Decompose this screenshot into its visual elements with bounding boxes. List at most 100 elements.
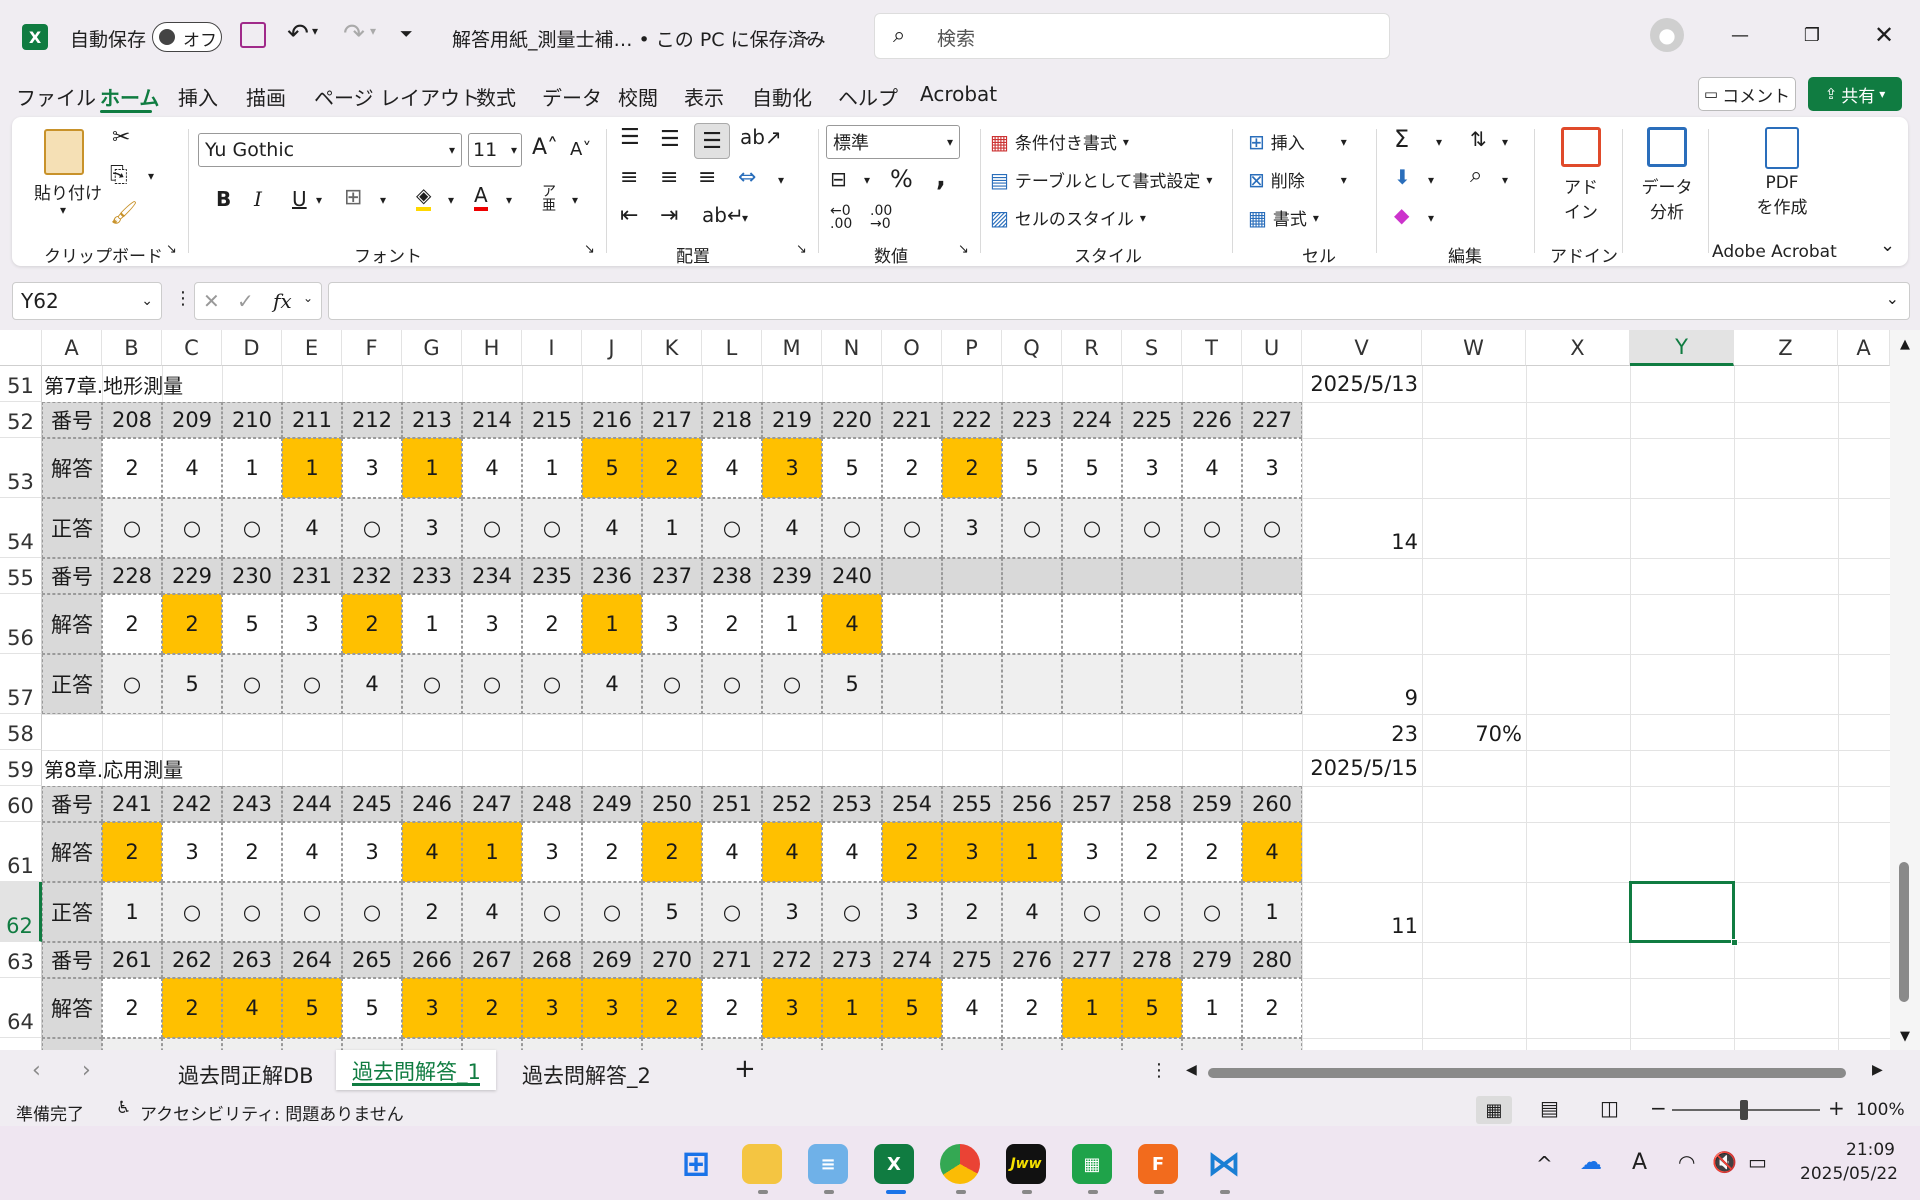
table-cell[interactable]: 1 — [1062, 978, 1122, 1038]
table-cell[interactable]: 273 — [822, 942, 882, 978]
table-cell[interactable]: 4 — [1242, 822, 1302, 882]
vscroll-up-icon[interactable]: ▲ — [1890, 334, 1920, 354]
table-cell[interactable]: 5 — [282, 978, 342, 1038]
table-cell[interactable]: 225 — [1122, 402, 1182, 438]
table-cell[interactable]: 正答 — [42, 498, 102, 558]
table-cell[interactable]: 211 — [282, 402, 342, 438]
hscroll-right-icon[interactable]: ▶ — [1872, 1062, 1883, 1078]
phonetic-dropdown-icon[interactable]: ▾ — [572, 193, 578, 207]
close-icon[interactable]: ✕ — [1864, 18, 1904, 52]
score-count[interactable]: 9 — [1302, 654, 1418, 714]
table-cell[interactable]: 226 — [1182, 402, 1242, 438]
table-cell[interactable]: 262 — [162, 942, 222, 978]
table-cell[interactable] — [1182, 594, 1242, 654]
fill-color-dropdown-icon[interactable]: ▾ — [448, 193, 454, 207]
table-cell[interactable]: 249 — [582, 786, 642, 822]
addins-button[interactable]: アド イン — [1546, 127, 1616, 237]
clear-dropdown-icon[interactable]: ▾ — [1428, 211, 1434, 225]
table-cell[interactable] — [582, 1038, 642, 1050]
increase-font-icon[interactable]: A˄ — [532, 135, 558, 160]
table-cell[interactable]: 220 — [822, 402, 882, 438]
table-cell[interactable]: 208 — [102, 402, 162, 438]
table-cell[interactable]: 250 — [642, 786, 702, 822]
table-cell[interactable]: 5 — [882, 978, 942, 1038]
redo-icon[interactable]: ↷ — [336, 16, 372, 52]
cell-styles-button[interactable]: ▨ セルのスタイル ▾ — [990, 205, 1146, 231]
taskbar-time[interactable]: 21:09 — [1846, 1140, 1895, 1160]
percent-icon[interactable]: % — [890, 165, 913, 193]
create-pdf-button[interactable]: PDF を作成 — [1732, 127, 1832, 237]
borders-icon[interactable]: ⊞ — [344, 185, 362, 210]
table-cell[interactable] — [882, 1038, 942, 1050]
minimize-icon[interactable]: — — [1720, 20, 1760, 50]
table-cell[interactable]: 4 — [762, 498, 822, 558]
table-cell[interactable]: 5 — [822, 654, 882, 714]
cut-icon[interactable]: ✂ — [112, 125, 130, 150]
table-cell[interactable]: 3 — [882, 882, 942, 942]
taskbar-date[interactable]: 2025/05/22 — [1800, 1164, 1898, 1184]
autosave-toggle[interactable]: オフ — [152, 22, 222, 52]
table-cell[interactable]: 264 — [282, 942, 342, 978]
column-header[interactable]: E — [282, 330, 342, 366]
table-cell[interactable]: 番号 — [42, 786, 102, 822]
align-top-icon[interactable]: ☰ — [620, 125, 640, 150]
undo-icon[interactable]: ↶ — [280, 16, 316, 52]
table-cell[interactable]: 267 — [462, 942, 522, 978]
table-cell[interactable]: 251 — [702, 786, 762, 822]
wifi-icon[interactable]: ◠ — [1678, 1150, 1695, 1174]
table-cell[interactable]: ○ — [162, 498, 222, 558]
score-count[interactable]: 14 — [1302, 498, 1418, 558]
chrome-icon[interactable] — [940, 1144, 980, 1184]
table-cell[interactable]: 227 — [1242, 402, 1302, 438]
table-cell[interactable] — [1002, 594, 1062, 654]
table-cell[interactable]: 2 — [342, 594, 402, 654]
table-cell[interactable]: ○ — [282, 654, 342, 714]
table-cell[interactable] — [42, 1038, 102, 1050]
column-header[interactable]: V — [1302, 330, 1422, 366]
table-cell[interactable]: 5 — [342, 978, 402, 1038]
table-cell[interactable]: 230 — [222, 558, 282, 594]
jww-icon[interactable]: Jww — [1006, 1144, 1046, 1184]
hscroll-left-icon[interactable]: ◀ — [1186, 1062, 1197, 1078]
table-cell[interactable]: 275 — [942, 942, 1002, 978]
table-cell[interactable]: 3 — [342, 438, 402, 498]
restore-icon[interactable]: ❐ — [1792, 20, 1832, 50]
table-cell[interactable]: 209 — [162, 402, 222, 438]
alignment-launcher-icon[interactable]: ↘ — [796, 242, 807, 257]
table-cell[interactable]: 231 — [282, 558, 342, 594]
table-cell[interactable]: 4 — [282, 822, 342, 882]
table-cell[interactable] — [1002, 1038, 1062, 1050]
column-header[interactable]: D — [222, 330, 282, 366]
decrease-indent-icon[interactable]: ⇤ — [620, 203, 638, 228]
autosum-icon[interactable]: Σ — [1394, 125, 1409, 153]
table-cell[interactable]: 217 — [642, 402, 702, 438]
table-cell[interactable]: 278 — [1122, 942, 1182, 978]
table-cell[interactable] — [642, 1038, 702, 1050]
more-options-icon[interactable]: ⋮ — [174, 288, 192, 309]
table-cell[interactable]: ○ — [1062, 498, 1122, 558]
paste-icon[interactable] — [44, 129, 84, 175]
row-header[interactable]: 57 — [0, 654, 42, 714]
zoom-slider-thumb[interactable] — [1740, 1100, 1748, 1120]
column-header[interactable]: A — [42, 330, 102, 366]
save-icon[interactable] — [240, 22, 266, 48]
fill-color-icon[interactable]: ◈ — [416, 183, 432, 211]
table-cell[interactable]: 3 — [762, 438, 822, 498]
notepad-icon[interactable]: ≡ — [808, 1144, 848, 1184]
table-cell[interactable] — [1242, 594, 1302, 654]
table-cell[interactable]: 5 — [822, 438, 882, 498]
row-header[interactable]: 60 — [0, 786, 42, 822]
align-right-icon[interactable]: ≡ — [698, 165, 716, 190]
table-cell[interactable]: 219 — [762, 402, 822, 438]
cancel-icon[interactable]: ✕ — [203, 289, 220, 313]
find-select-dropdown-icon[interactable]: ▾ — [1502, 173, 1508, 187]
vscroll-down-icon[interactable]: ▼ — [1890, 1026, 1920, 1046]
table-cell[interactable]: ○ — [222, 498, 282, 558]
sort-filter-dropdown-icon[interactable]: ▾ — [1502, 135, 1508, 149]
table-cell[interactable]: 259 — [1182, 786, 1242, 822]
table-cell[interactable] — [1062, 654, 1122, 714]
row-header[interactable]: 54 — [0, 498, 42, 558]
table-cell[interactable]: 228 — [102, 558, 162, 594]
enter-icon[interactable]: ✓ — [237, 289, 254, 313]
table-cell[interactable] — [942, 558, 1002, 594]
